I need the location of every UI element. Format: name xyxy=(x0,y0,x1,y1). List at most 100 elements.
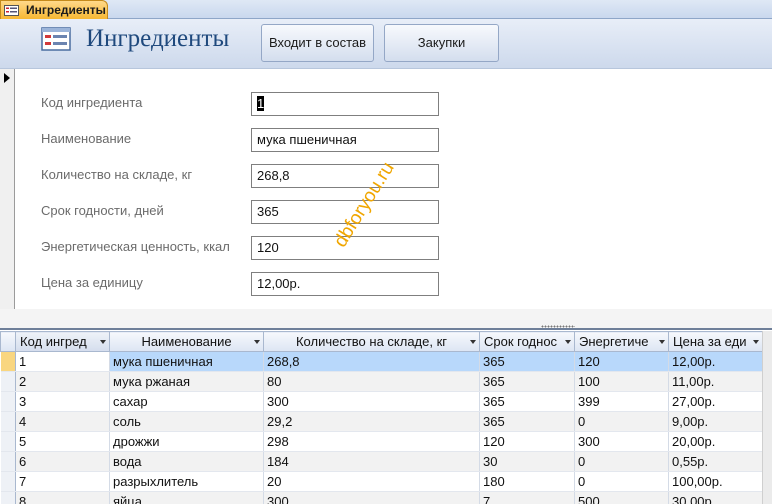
cell-code[interactable]: 8 xyxy=(15,491,110,504)
cell-shelf-life[interactable]: 180 xyxy=(479,471,575,492)
splitter-grip-icon[interactable] xyxy=(541,325,575,328)
chevron-down-icon[interactable] xyxy=(470,340,476,344)
cell-shelf-life[interactable]: 30 xyxy=(479,451,575,472)
cell-shelf-life[interactable]: 7 xyxy=(479,491,575,504)
split-form-splitter[interactable] xyxy=(0,309,772,330)
cell-price[interactable]: 0,55р. xyxy=(668,451,763,472)
cell-name[interactable]: разрыхлитель xyxy=(109,471,264,492)
cell-price[interactable]: 27,00р. xyxy=(668,391,763,412)
cell-price[interactable]: 30,00р. xyxy=(668,491,763,504)
cell-energy[interactable]: 399 xyxy=(574,391,669,412)
label-stock-quantity: Количество на складе, кг xyxy=(41,167,193,182)
datasheet-scrollbar[interactable] xyxy=(762,331,772,504)
cell-code[interactable]: 4 xyxy=(15,411,110,432)
cell-shelf-life[interactable]: 365 xyxy=(479,411,575,432)
stock-quantity-field[interactable]: 268,8 xyxy=(251,164,439,188)
cell-code[interactable]: 1 xyxy=(15,351,110,372)
datasheet: Код ингред Наименование Количество на ск… xyxy=(0,331,772,504)
chevron-down-icon[interactable] xyxy=(565,340,571,344)
form-header: Ингредиенты Входит в состав Закупки xyxy=(0,19,772,69)
cell-energy[interactable]: 300 xyxy=(574,431,669,452)
cell-price[interactable]: 9,00р. xyxy=(668,411,763,432)
cell-energy[interactable]: 0 xyxy=(574,471,669,492)
select-all-corner[interactable] xyxy=(0,331,16,352)
cell-stock[interactable]: 298 xyxy=(263,431,480,452)
table-row[interactable]: 4 соль 29,2 365 0 9,00р. xyxy=(0,411,763,432)
cell-code[interactable]: 5 xyxy=(15,431,110,452)
cell-name[interactable]: вода xyxy=(109,451,264,472)
cell-name[interactable]: дрожжи xyxy=(109,431,264,452)
included-in-button[interactable]: Входит в состав xyxy=(261,24,374,62)
chevron-down-icon[interactable] xyxy=(100,340,106,344)
cell-stock[interactable]: 300 xyxy=(263,491,480,504)
column-header-price[interactable]: Цена за еди xyxy=(668,331,763,352)
cell-energy[interactable]: 500 xyxy=(574,491,669,504)
cell-stock[interactable]: 300 xyxy=(263,391,480,412)
cell-stock[interactable]: 20 xyxy=(263,471,480,492)
label-energy-value: Энергетическая ценность, ккал xyxy=(41,239,230,254)
chevron-down-icon[interactable] xyxy=(254,340,260,344)
table-row[interactable]: 1 мука пшеничная 268,8 365 120 12,00р. xyxy=(0,351,763,372)
cell-price[interactable]: 20,00р. xyxy=(668,431,763,452)
cell-code[interactable]: 7 xyxy=(15,471,110,492)
cell-name[interactable]: мука пшеничная xyxy=(109,351,264,372)
row-selector[interactable] xyxy=(0,371,16,392)
table-row[interactable]: 5 дрожжи 298 120 300 20,00р. xyxy=(0,431,763,452)
table-row[interactable]: 3 сахар 300 365 399 27,00р. xyxy=(0,391,763,412)
cell-shelf-life[interactable]: 365 xyxy=(479,351,575,372)
cell-stock[interactable]: 80 xyxy=(263,371,480,392)
cell-energy[interactable]: 100 xyxy=(574,371,669,392)
column-header-shelf-life[interactable]: Срок годнос xyxy=(479,331,575,352)
cell-code[interactable]: 2 xyxy=(15,371,110,392)
document-tab[interactable]: Ингредиенты xyxy=(0,0,108,19)
current-record-arrow-icon xyxy=(4,73,10,83)
cell-energy[interactable]: 0 xyxy=(574,451,669,472)
unit-price-field[interactable]: 12,00р. xyxy=(251,272,439,296)
row-selector[interactable] xyxy=(0,471,16,492)
label-unit-price: Цена за единицу xyxy=(41,275,143,290)
purchases-button[interactable]: Закупки xyxy=(384,24,499,62)
cell-energy[interactable]: 0 xyxy=(574,411,669,432)
column-header-code[interactable]: Код ингред xyxy=(15,331,110,352)
cell-shelf-life[interactable]: 365 xyxy=(479,391,575,412)
chevron-down-icon[interactable] xyxy=(753,340,759,344)
cell-code[interactable]: 3 xyxy=(15,391,110,412)
name-field[interactable]: мука пшеничная xyxy=(251,128,439,152)
table-row[interactable]: 8 яйца 300 7 500 30,00р. xyxy=(0,491,763,504)
row-selector[interactable] xyxy=(0,351,16,372)
row-selector[interactable] xyxy=(0,411,16,432)
document-tab-strip: Ингредиенты xyxy=(0,0,772,19)
column-header-name[interactable]: Наименование xyxy=(109,331,264,352)
row-selector[interactable] xyxy=(0,491,16,504)
cell-shelf-life[interactable]: 365 xyxy=(479,371,575,392)
table-row[interactable]: 6 вода 184 30 0 0,55р. xyxy=(0,451,763,472)
cell-name[interactable]: яйца xyxy=(109,491,264,504)
table-row[interactable]: 2 мука ржаная 80 365 100 11,00р. xyxy=(0,371,763,392)
cell-name[interactable]: мука ржаная xyxy=(109,371,264,392)
column-header-label: Код ингред xyxy=(20,334,87,349)
cell-stock[interactable]: 29,2 xyxy=(263,411,480,432)
row-selector[interactable] xyxy=(0,451,16,472)
column-header-energy[interactable]: Энергетиче xyxy=(574,331,669,352)
table-row[interactable]: 7 разрыхлитель 20 180 0 100,00р. xyxy=(0,471,763,492)
row-selector[interactable] xyxy=(0,391,16,412)
cell-energy[interactable]: 120 xyxy=(574,351,669,372)
cell-price[interactable]: 11,00р. xyxy=(668,371,763,392)
cell-stock[interactable]: 268,8 xyxy=(263,351,480,372)
record-selector[interactable] xyxy=(0,69,15,309)
row-selector[interactable] xyxy=(0,431,16,452)
document-tab-label: Ингредиенты xyxy=(26,3,106,17)
cell-name[interactable]: сахар xyxy=(109,391,264,412)
column-header-label: Количество на складе, кг xyxy=(295,334,448,349)
ingredient-code-field[interactable]: 1 xyxy=(251,92,439,116)
cell-price[interactable]: 100,00р. xyxy=(668,471,763,492)
cell-code[interactable]: 6 xyxy=(15,451,110,472)
chevron-down-icon[interactable] xyxy=(659,340,665,344)
column-header-label: Цена за еди xyxy=(673,334,747,349)
cell-name[interactable]: соль xyxy=(109,411,264,432)
column-header-stock[interactable]: Количество на складе, кг xyxy=(263,331,480,352)
cell-price[interactable]: 12,00р. xyxy=(668,351,763,372)
label-shelf-life: Срок годности, дней xyxy=(41,203,164,218)
cell-shelf-life[interactable]: 120 xyxy=(479,431,575,452)
cell-stock[interactable]: 184 xyxy=(263,451,480,472)
